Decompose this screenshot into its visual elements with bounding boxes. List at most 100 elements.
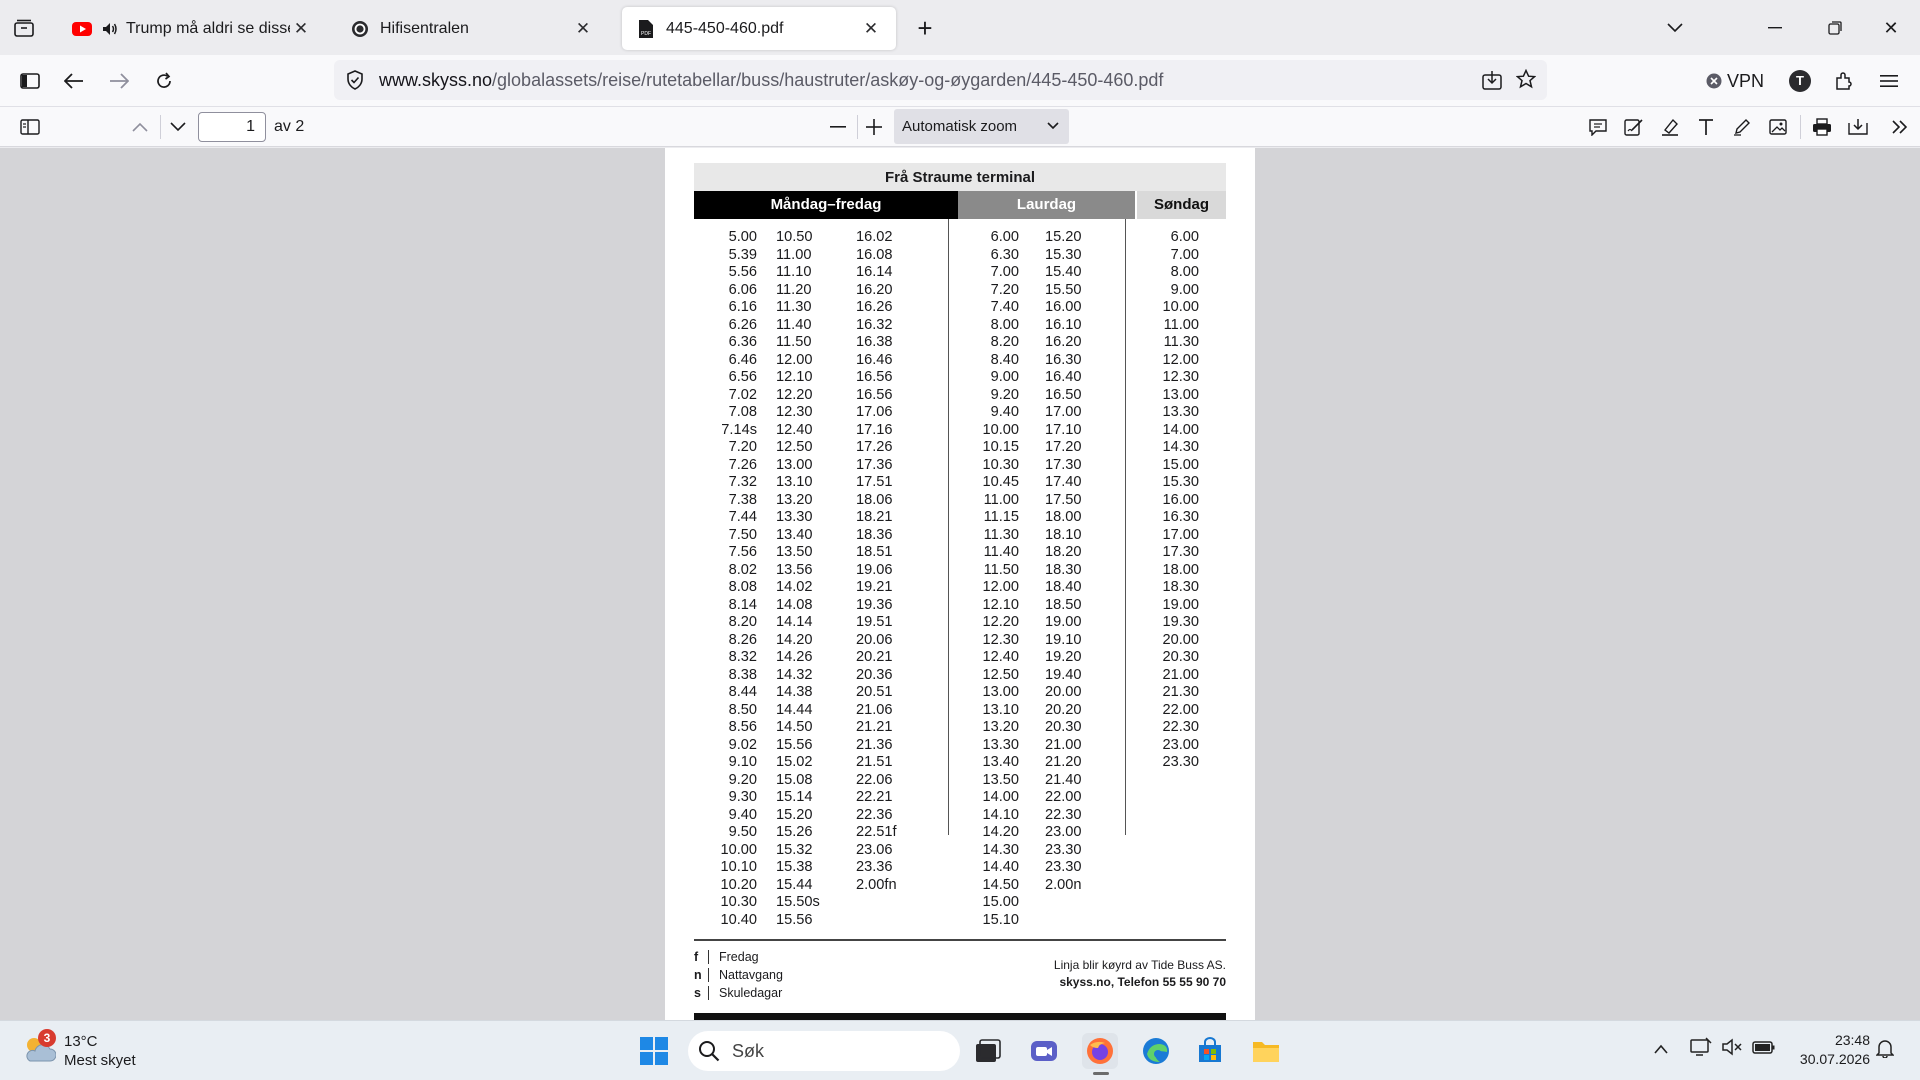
pdf-viewer[interactable]: Frå Straume terminal Måndag–fredag Laurd…	[0, 148, 1920, 1020]
battery-icon[interactable]	[1752, 1039, 1776, 1060]
column-divider	[948, 219, 949, 835]
tab-pdf[interactable]: PDF 445-450-460.pdf ✕	[622, 7, 896, 50]
chevron-down-icon[interactable]	[1660, 15, 1690, 41]
departure-time: 7.14s	[721, 421, 757, 438]
page-number-input[interactable]: 1	[198, 112, 266, 142]
more-tools-icon[interactable]	[1886, 115, 1914, 139]
previous-page-icon[interactable]	[126, 115, 154, 139]
highlight-icon[interactable]	[1656, 115, 1684, 139]
departure-time: 16.38	[856, 334, 893, 350]
sign-icon[interactable]	[1620, 115, 1648, 139]
departure-time: 19.51	[856, 614, 893, 630]
departure-time: 14.20	[776, 631, 813, 648]
text-icon[interactable]	[1692, 115, 1720, 139]
shield-icon[interactable]	[346, 70, 364, 90]
save-icon[interactable]	[1844, 115, 1872, 139]
firefox-icon[interactable]	[1082, 1033, 1118, 1075]
store-icon[interactable]	[1192, 1033, 1228, 1069]
extensions-icon[interactable]	[1830, 68, 1858, 94]
toggle-sidebar-icon[interactable]	[16, 115, 44, 139]
network-icon[interactable]	[1690, 1037, 1712, 1062]
draw-icon[interactable]	[1728, 115, 1756, 139]
weekday-times-col2: 10.50 11.00 11.10 11.20 11.30 11.40 11.50 12.00…	[776, 229, 820, 929]
address-bar[interactable]: www.skyss.no/globalassets/reise/rutetabe…	[334, 60, 1547, 100]
departure-time: 23.30	[1162, 754, 1199, 770]
tab-title: Trump må aldri se disse pol	[126, 19, 290, 37]
sidebar-icon[interactable]	[16, 68, 44, 94]
tab-strip: Trump må aldri se disse pol ✕ Hifisentra…	[0, 0, 1920, 55]
departure-time: 17.26	[856, 439, 893, 455]
minimize-icon[interactable]	[1760, 15, 1790, 41]
back-icon[interactable]	[60, 68, 88, 94]
departure-time: 7.56	[728, 544, 757, 560]
departure-time: 15.30	[1162, 474, 1199, 490]
close-icon[interactable]: ✕	[572, 19, 594, 39]
close-window-icon[interactable]: ✕	[1876, 15, 1906, 41]
weather-widget[interactable]: 3 13°C Mest skyet	[20, 1029, 160, 1073]
bookmark-star-icon[interactable]	[1516, 69, 1536, 89]
departure-time: 20.06	[856, 631, 893, 648]
departure-time: 14.50	[982, 876, 1019, 893]
forward-icon[interactable]	[105, 68, 133, 94]
image-icon[interactable]	[1764, 115, 1792, 139]
clock[interactable]: 23:48 30.07.2026	[1784, 1032, 1870, 1067]
show-hidden-icons-icon[interactable]	[1654, 1041, 1668, 1059]
departure-time: 16.56	[856, 369, 893, 385]
edge-icon[interactable]	[1138, 1033, 1174, 1069]
departure-time: 22.36	[856, 806, 893, 823]
file-explorer-icon[interactable]	[1248, 1033, 1284, 1069]
download-icon[interactable]	[1482, 70, 1502, 90]
departure-time: 20.00	[1162, 631, 1199, 648]
departure-time: 6.16	[728, 299, 757, 315]
comment-icon[interactable]	[1584, 115, 1612, 139]
tab-youtube[interactable]: Trump må aldri se disse pol ✕	[58, 7, 326, 50]
departure-time: 23.30	[1045, 859, 1082, 875]
start-icon[interactable]	[636, 1033, 672, 1069]
print-icon[interactable]	[1808, 115, 1836, 139]
meet-icon[interactable]	[1026, 1033, 1062, 1069]
zoom-select[interactable]: Automatisk zoom	[894, 109, 1069, 144]
restore-icon[interactable]	[1820, 15, 1850, 41]
vpn-button[interactable]: VPN	[1706, 67, 1764, 95]
departure-time: 14.30	[1162, 439, 1199, 455]
departure-time: 14.38	[776, 684, 813, 700]
departure-time: 17.40	[1045, 474, 1082, 490]
departure-time: 12.20	[982, 614, 1019, 630]
zoom-out-icon[interactable]	[824, 115, 852, 139]
departure-time: 14.40	[982, 859, 1019, 875]
departure-time: 11.30	[776, 299, 812, 315]
avatar[interactable]: T	[1789, 70, 1811, 92]
departure-time: 8.26	[728, 631, 757, 648]
taskbar-search[interactable]: Søk	[688, 1031, 960, 1071]
departure-time: 7.08	[728, 404, 757, 420]
tab-hifisentralen[interactable]: Hifisentralen ✕	[336, 7, 608, 50]
departure-time: 7.00	[990, 264, 1019, 280]
close-icon[interactable]: ✕	[290, 19, 312, 39]
tab-list-icon[interactable]	[10, 15, 38, 41]
departure-time: 15.40	[1045, 264, 1082, 280]
task-view-icon[interactable]	[970, 1033, 1006, 1069]
departure-time: 15.30	[1045, 246, 1082, 263]
operator-contact: skyss.no, Telefon 55 55 90 70	[1059, 975, 1226, 989]
next-page-icon[interactable]	[164, 115, 192, 139]
speaker-muted-icon[interactable]	[1722, 1038, 1744, 1061]
new-tab-icon[interactable]: +	[910, 13, 940, 43]
departure-time: 5.39	[728, 246, 757, 263]
departure-time: 6.26	[728, 316, 757, 333]
departure-time: 12.10	[982, 596, 1019, 613]
menu-icon[interactable]	[1875, 68, 1903, 94]
departure-time: 16.02	[856, 229, 893, 245]
departure-time: 13.10	[776, 474, 813, 490]
departure-time: 15.00	[1162, 456, 1199, 473]
departure-time: 22.30	[1045, 806, 1082, 823]
speaker-icon[interactable]	[102, 22, 118, 36]
zoom-in-icon[interactable]	[860, 115, 888, 139]
url-text[interactable]: www.skyss.no/globalassets/reise/rutetabe…	[379, 70, 1163, 91]
notification-bell-icon[interactable]	[1875, 1038, 1895, 1063]
departure-time: 16.00	[1045, 299, 1082, 315]
departure-time: 17.30	[1045, 456, 1082, 473]
departure-time: 21.20	[1045, 754, 1082, 770]
reload-icon[interactable]	[150, 68, 178, 94]
close-icon[interactable]: ✕	[860, 19, 882, 39]
departure-time: 18.00	[1045, 509, 1082, 525]
